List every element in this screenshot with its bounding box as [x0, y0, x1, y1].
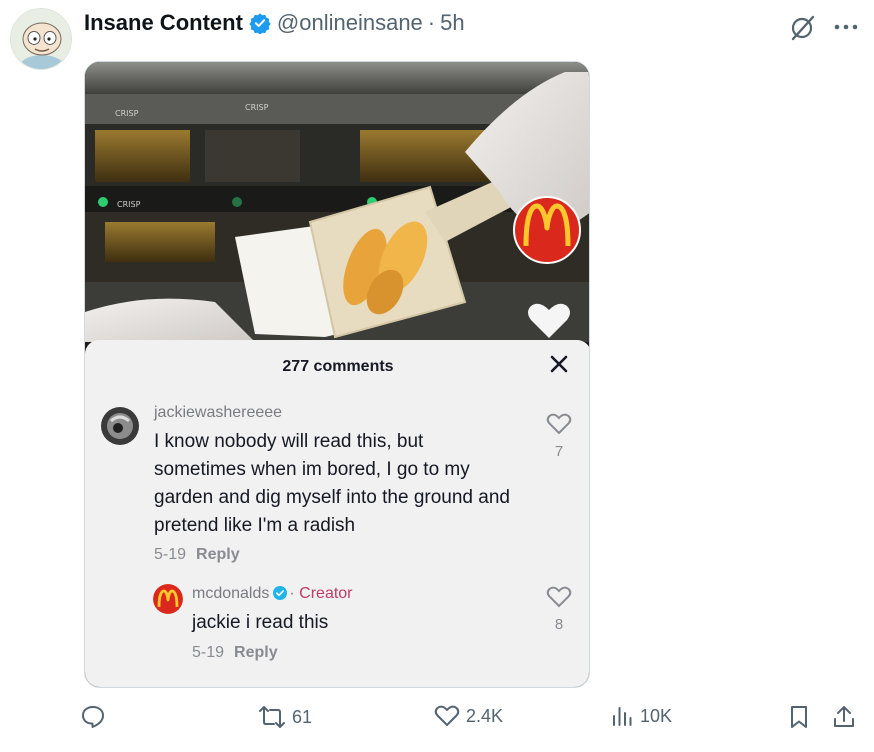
reply-button[interactable]: Reply — [196, 546, 240, 563]
reply-button[interactable]: Reply — [234, 644, 278, 661]
more-icon[interactable] — [834, 22, 858, 32]
like-count: 2.4K — [466, 705, 504, 726]
comment-like[interactable]: 7 — [542, 412, 576, 460]
badge-separator: · — [289, 585, 295, 602]
header-actions — [788, 12, 858, 42]
svg-text:CRISP: CRISP — [245, 103, 269, 112]
comment-username[interactable]: jackiewashereeee — [154, 404, 282, 422]
svg-text:CRISP: CRISP — [115, 109, 139, 118]
heart-icon — [434, 705, 460, 726]
reply-action[interactable] — [80, 704, 112, 730]
comments-sheet: 277 comments jackiewashereeee I know nob… — [85, 340, 589, 687]
comment-meta: 5-19 Reply — [192, 644, 278, 662]
reply-icon — [82, 706, 104, 728]
grok-icon[interactable] — [788, 12, 818, 42]
comment-like[interactable]: 8 — [542, 585, 576, 633]
mcdonalds-logo — [513, 196, 581, 264]
comment-text: I know nobody will read this, but someti… — [154, 431, 510, 536]
creator-badge: Creator — [299, 585, 353, 602]
retweet-action[interactable]: 61 — [258, 704, 312, 730]
reply-username-line: mcdonalds · Creator — [192, 585, 353, 603]
comment-text: jackie i read this — [192, 612, 329, 633]
bookmark-icon — [791, 706, 807, 728]
commenter-avatar[interactable] — [101, 407, 139, 445]
views-icon — [613, 707, 632, 726]
close-icon[interactable] — [549, 354, 569, 379]
tweet-actions: 61 2.4K 10K — [80, 704, 864, 738]
video-frame: CRISP CRISP CRISP — [85, 62, 589, 342]
views-action[interactable]: 10K — [610, 704, 672, 728]
retweet-count: 61 — [292, 706, 313, 727]
share-icon — [834, 706, 854, 727]
comment-like-count: 7 — [554, 443, 564, 460]
view-count: 10K — [640, 705, 673, 726]
author-name[interactable]: Insane Content — [84, 10, 243, 36]
tweet-time[interactable]: 5h — [440, 10, 464, 36]
comment-username[interactable]: mcdonalds — [192, 585, 269, 602]
like-action[interactable]: 2.4K — [434, 704, 503, 728]
comment-like-count: 8 — [554, 616, 564, 633]
bookmark-action[interactable] — [788, 704, 810, 730]
heart-icon — [546, 586, 572, 608]
mcdonalds-avatar[interactable] — [153, 584, 183, 614]
heart-icon — [546, 413, 572, 435]
author-avatar[interactable] — [10, 8, 72, 70]
comment-date: 5-19 — [154, 546, 187, 563]
tweet-media[interactable]: CRISP CRISP CRISP 277 comments jackiewas… — [84, 61, 590, 688]
author-handle[interactable]: @onlineinsane — [277, 10, 423, 36]
tweet-header: Insane Content @onlineinsane · 5h — [84, 9, 465, 37]
comment-date: 5-19 — [192, 644, 225, 661]
separator-dot: · — [427, 10, 436, 35]
share-action[interactable] — [832, 704, 856, 730]
verified-badge-icon — [249, 12, 271, 35]
verified-badge-icon — [273, 586, 288, 600]
comment-meta: 5-19 Reply — [154, 546, 240, 564]
comments-count: 277 comments — [282, 358, 394, 375]
retweet-icon — [259, 706, 285, 728]
svg-text:CRISP: CRISP — [117, 200, 141, 209]
